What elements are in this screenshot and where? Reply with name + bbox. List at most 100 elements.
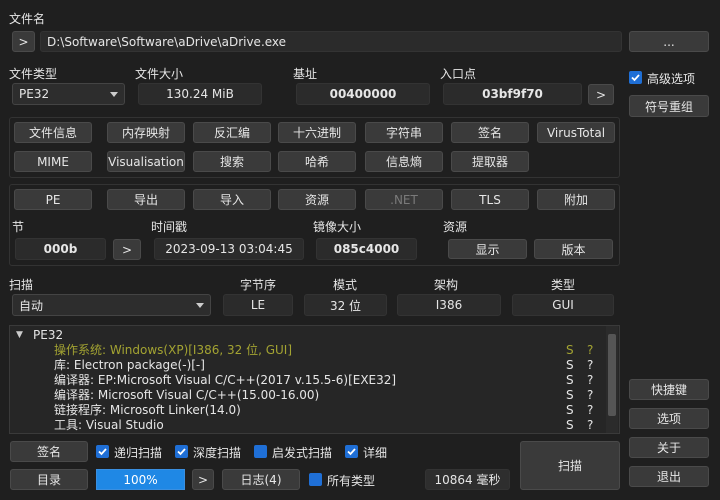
result-text: 编译器: Microsoft Visual C/C++(15.00-16.00) <box>54 388 320 402</box>
resources-show-button[interactable]: 显示 <box>448 239 527 259</box>
entry-point-value[interactable]: 03bf9f70 <box>443 83 582 105</box>
checkmark-icon <box>98 448 107 456</box>
pe-button-4[interactable]: .NET <box>365 189 443 210</box>
tool-button-row1-4[interactable]: 字符串 <box>365 122 443 143</box>
log-button[interactable]: 日志(4) <box>222 469 300 490</box>
sections-label: 节 <box>12 220 25 234</box>
symbol-rebuild-button[interactable]: 符号重组 <box>629 95 709 117</box>
result-s-flag[interactable]: S <box>566 358 576 373</box>
tool-button-row1-6[interactable]: VirusTotal <box>537 122 615 143</box>
result-info-flag[interactable]: ? <box>587 343 597 358</box>
tool-button-row2-4[interactable]: 信息熵 <box>365 151 443 172</box>
mode-label: 模式 <box>333 278 358 292</box>
pe-button-6[interactable]: 附加 <box>537 189 615 210</box>
result-s-flag[interactable]: S <box>566 343 576 358</box>
about-button[interactable]: 关于 <box>629 437 709 458</box>
entry-point-label: 入口点 <box>440 67 477 81</box>
file-expand-button[interactable]: > <box>12 31 35 52</box>
file-type-label: 文件类型 <box>9 67 58 81</box>
scan-mode-select[interactable]: 自动 <box>12 294 211 316</box>
browse-button[interactable]: ... <box>629 31 709 52</box>
file-size-value: 130.24 MiB <box>138 83 262 105</box>
all-types-checkbox[interactable] <box>309 473 322 486</box>
results-scrollbar[interactable] <box>606 326 618 433</box>
endianness-value: LE <box>223 294 293 316</box>
advanced-label: 高级选项 <box>647 72 696 86</box>
base-address-label: 基址 <box>293 67 318 81</box>
result-text: 操作系统: Windows(XP)[I386, 32 位, GUI] <box>54 343 293 357</box>
tool-button-row2-1[interactable]: Visualisation <box>107 151 185 172</box>
deep-checkbox[interactable] <box>175 445 188 458</box>
result-s-flag[interactable]: S <box>566 418 576 433</box>
result-info-flag[interactable]: ? <box>587 403 597 418</box>
entry-point-button[interactable]: > <box>588 84 614 105</box>
verbose-checkbox[interactable] <box>345 445 358 458</box>
sections-value[interactable]: 000b <box>15 238 106 260</box>
timestamp-value: 2023-09-13 03:04:45 <box>154 238 304 260</box>
exit-button[interactable]: 退出 <box>629 466 709 487</box>
tool-button-row2-3[interactable]: 哈希 <box>278 151 356 172</box>
tool-button-row2-0[interactable]: MIME <box>14 151 92 172</box>
recursive-checkbox[interactable] <box>96 445 109 458</box>
pe-button-2[interactable]: 导入 <box>193 189 271 210</box>
result-text: 工具: Visual Studio <box>54 418 164 432</box>
advanced-checkbox[interactable] <box>629 71 642 84</box>
tool-button-row1-3[interactable]: 十六进制 <box>278 122 356 143</box>
result-info-flag[interactable]: ? <box>587 373 597 388</box>
resources-label: 资源 <box>443 220 468 234</box>
result-text: 库: Electron package(-)[-] <box>54 358 205 372</box>
result-text: 编译器: EP:Microsoft Visual C/C++(2017 v.15… <box>54 373 397 387</box>
scan-mode-value: 自动 <box>19 298 44 313</box>
progress-next-button[interactable]: > <box>192 469 214 490</box>
file-path-field[interactable]: D:\Software\Software\aDrive\aDrive.exe <box>40 31 622 52</box>
pe-button-1[interactable]: 导出 <box>107 189 185 210</box>
endianness-label: 字节序 <box>240 278 277 292</box>
pe-button-0[interactable]: PE <box>14 189 92 210</box>
heuristic-checkbox[interactable] <box>254 445 267 458</box>
result-info-flag[interactable]: ? <box>587 358 597 373</box>
shortcuts-button[interactable]: 快捷键 <box>629 379 709 400</box>
arch-value: I386 <box>397 294 501 316</box>
result-s-flag[interactable]: S <box>566 403 576 418</box>
result-text: 链接程序: Microsoft Linker(14.0) <box>54 403 241 417</box>
arch-label: 架构 <box>434 278 459 292</box>
result-s-flag[interactable]: S <box>566 388 576 403</box>
elapsed-time: 10864 毫秒 <box>425 469 510 490</box>
result-info-flag[interactable]: ? <box>587 388 597 403</box>
file-size-label: 文件大小 <box>135 67 184 81</box>
type-value: GUI <box>512 294 614 316</box>
chevron-down-icon <box>110 92 118 97</box>
pe-button-3[interactable]: 资源 <box>278 189 356 210</box>
tool-button-row2-5[interactable]: 提取器 <box>451 151 529 172</box>
sections-button[interactable]: > <box>113 239 141 260</box>
heuristic-label: 启发式扫描 <box>272 446 333 460</box>
signature-button[interactable]: 签名 <box>10 441 88 462</box>
directory-button[interactable]: 目录 <box>10 469 88 490</box>
pe-button-5[interactable]: TLS <box>451 189 529 210</box>
image-size-value[interactable]: 085c4000 <box>316 238 417 260</box>
all-types-label: 所有类型 <box>327 474 376 488</box>
tool-button-row2-2[interactable]: 搜索 <box>193 151 271 172</box>
expand-toggle-icon[interactable]: ▼ <box>16 328 23 343</box>
tool-button-row1-5[interactable]: 签名 <box>451 122 529 143</box>
scan-button[interactable]: 扫描 <box>520 441 620 490</box>
tool-button-row1-0[interactable]: 文件信息 <box>14 122 92 143</box>
image-size-label: 镜像大小 <box>313 220 362 234</box>
file-type-select[interactable]: PE32 <box>12 83 125 105</box>
base-address-value[interactable]: 00400000 <box>296 83 430 105</box>
resources-version-button[interactable]: 版本 <box>534 239 613 259</box>
tool-button-row1-1[interactable]: 内存映射 <box>107 122 185 143</box>
results-tree[interactable]: ▼ PE32 操作系统: Windows(XP)[I386, 32 位, GUI… <box>9 325 620 434</box>
result-s-flag[interactable]: S <box>566 373 576 388</box>
deep-label: 深度扫描 <box>193 446 242 460</box>
recursive-label: 递归扫描 <box>114 446 163 460</box>
tool-button-row1-2[interactable]: 反汇编 <box>193 122 271 143</box>
result-info-flag[interactable]: ? <box>587 418 597 433</box>
scan-progress-bar: 100% <box>96 469 185 490</box>
chevron-down-icon <box>196 303 204 308</box>
file-type-value: PE32 <box>19 87 50 101</box>
file-name-label: 文件名 <box>9 12 46 26</box>
options-button[interactable]: 选项 <box>629 408 709 429</box>
scrollbar-thumb[interactable] <box>608 334 616 416</box>
tree-root-label: PE32 <box>33 328 64 342</box>
